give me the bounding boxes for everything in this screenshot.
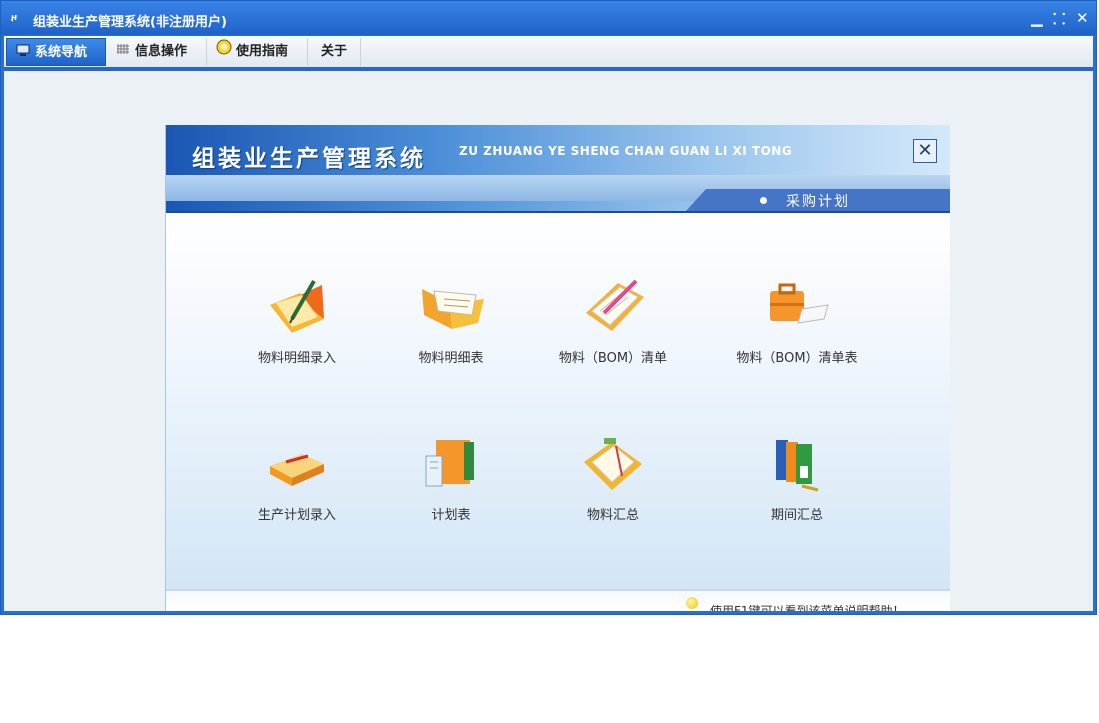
help-tip: 使用F1键可以看到该菜单说明帮助！ [710,604,905,611]
briefcase-icon [770,283,829,324]
menu-item-label: 使用指南 [236,44,289,59]
title-bar[interactable]: ዞ 组装业生产管理系统(非注册用户) ▁ ⸬ ✕ [1,1,1096,35]
bullet-icon [760,197,767,204]
tile-material-list[interactable]: 物料明细表 [376,275,526,375]
system-title-pinyin: ZU ZHUANG YE SHENG CHAN GUAN LI XI TONG [459,144,793,158]
tile-label: 期间汇总 [770,508,823,523]
tile-label: 物料明细录入 [257,351,336,366]
window-title: 组装业生产管理系统(非注册用户) [33,15,227,30]
help-circle-icon [216,38,232,66]
navigation-panel: 组装业生产管理系统 ZU ZHUANG YE SHENG CHAN GUAN L… [165,125,950,611]
tile-material-summary[interactable]: 物料汇总 [538,432,688,532]
grid-icon [115,38,131,66]
section-tab: 采购计划 [686,189,950,211]
menu-item-about[interactable]: 关于 [309,38,361,66]
notepad-pen-icon [586,279,644,331]
menu-bar: 系统导航 信息操作 使用指南 关于 [4,36,1093,71]
binders-icon [776,440,819,492]
system-title: 组装业生产管理系统 [192,146,426,172]
menu-item-label: 信息操作 [135,44,188,59]
clipboard-folder-icon [584,438,642,490]
restore-button[interactable]: ⸬ [1053,9,1065,29]
book-pen-icon [270,454,324,486]
section-label: 采购计划 [786,194,850,210]
tile-plan-table[interactable]: 计划表 [376,432,526,532]
status-footer: 使用F1键可以看到该菜单说明帮助！ [166,589,950,611]
panel-close-button[interactable]: ✕ [913,139,937,163]
lightbulb-icon [686,597,698,609]
menu-item-label: 系统导航 [35,45,88,60]
tile-production-plan-entry[interactable]: 生产计划录入 [222,432,372,532]
close-button[interactable]: ✕ [1076,9,1089,27]
minimize-button[interactable]: ▁ [1031,9,1043,27]
panel-banner: 组装业生产管理系统 ZU ZHUANG YE SHENG CHAN GUAN L… [166,125,950,213]
menu-item-label: 关于 [321,44,348,59]
tile-period-summary[interactable]: 期间汇总 [722,432,872,532]
menu-item-info-ops[interactable]: 信息操作 [107,38,207,66]
tile-label: 物料明细表 [418,351,484,366]
open-folder-icon [422,289,484,329]
tile-label: 物料（BOM）清单表 [736,351,858,366]
app-icon: ዞ [11,11,17,24]
documents-folder-icon [425,440,474,487]
menu-item-user-guide[interactable]: 使用指南 [208,38,308,66]
tile-label: 生产计划录入 [257,508,336,523]
folder-pen-icon [270,279,324,333]
tile-grid: 物料明细录入 物料明细表 物料（BOM）清单 物料（BOM）清单表 生产计划录入… [166,213,950,589]
tile-label: 计划表 [431,508,471,523]
tile-label: 物料（BOM）清单 [558,351,668,366]
tile-bom-list[interactable]: 物料（BOM）清单 [538,275,688,375]
monitor-icon [15,39,31,67]
menu-item-system-nav[interactable]: 系统导航 [6,38,106,66]
tile-material-entry[interactable]: 物料明细录入 [222,275,372,375]
tile-label: 物料汇总 [586,508,639,523]
tile-bom-table[interactable]: 物料（BOM）清单表 [722,275,872,375]
